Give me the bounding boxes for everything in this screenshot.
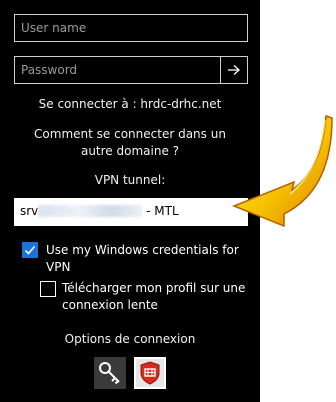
slow-connection-label: Télécharger mon profil sur une connexion… xyxy=(62,281,246,312)
username-placeholder: User name xyxy=(21,21,87,35)
slow-connection-checkbox[interactable] xyxy=(40,281,56,297)
vpn-value-suffix: - MTL xyxy=(146,204,179,218)
vpn-shield-option-button[interactable] xyxy=(134,357,166,389)
key-icon xyxy=(99,362,120,385)
windows-credentials-checkbox[interactable] xyxy=(22,242,38,258)
vpn-tunnel-field[interactable]: srv - MTL xyxy=(14,198,248,226)
vpn-tunnel-label: VPN tunnel: xyxy=(94,173,166,187)
password-placeholder: Password xyxy=(21,63,78,77)
pointer-arrow-icon xyxy=(231,114,333,228)
submit-arrow-button[interactable] xyxy=(220,57,247,83)
password-field[interactable]: Password xyxy=(14,56,248,84)
key-option-button[interactable] xyxy=(94,357,126,389)
connect-domain-text: Se connecter à : hrdc-drhc.net xyxy=(38,97,222,111)
options-title: Options de connexion xyxy=(64,332,196,346)
vpn-tunnel-value: srv - MTL xyxy=(20,204,179,218)
checkmark-icon xyxy=(24,245,36,255)
vpn-shield-icon xyxy=(140,361,160,385)
arrow-right-icon xyxy=(228,65,240,75)
windows-credentials-label: Use my Windows credentials for VPN xyxy=(46,243,239,274)
vpn-value-prefix: srv xyxy=(20,204,39,218)
sign-in-panel: User name Password Se connecter à : hrdc… xyxy=(0,0,260,402)
redacted-server-name xyxy=(38,205,143,217)
other-domain-link[interactable]: Comment se connecter dans un autre domai… xyxy=(0,126,260,160)
username-field[interactable]: User name xyxy=(14,14,248,42)
